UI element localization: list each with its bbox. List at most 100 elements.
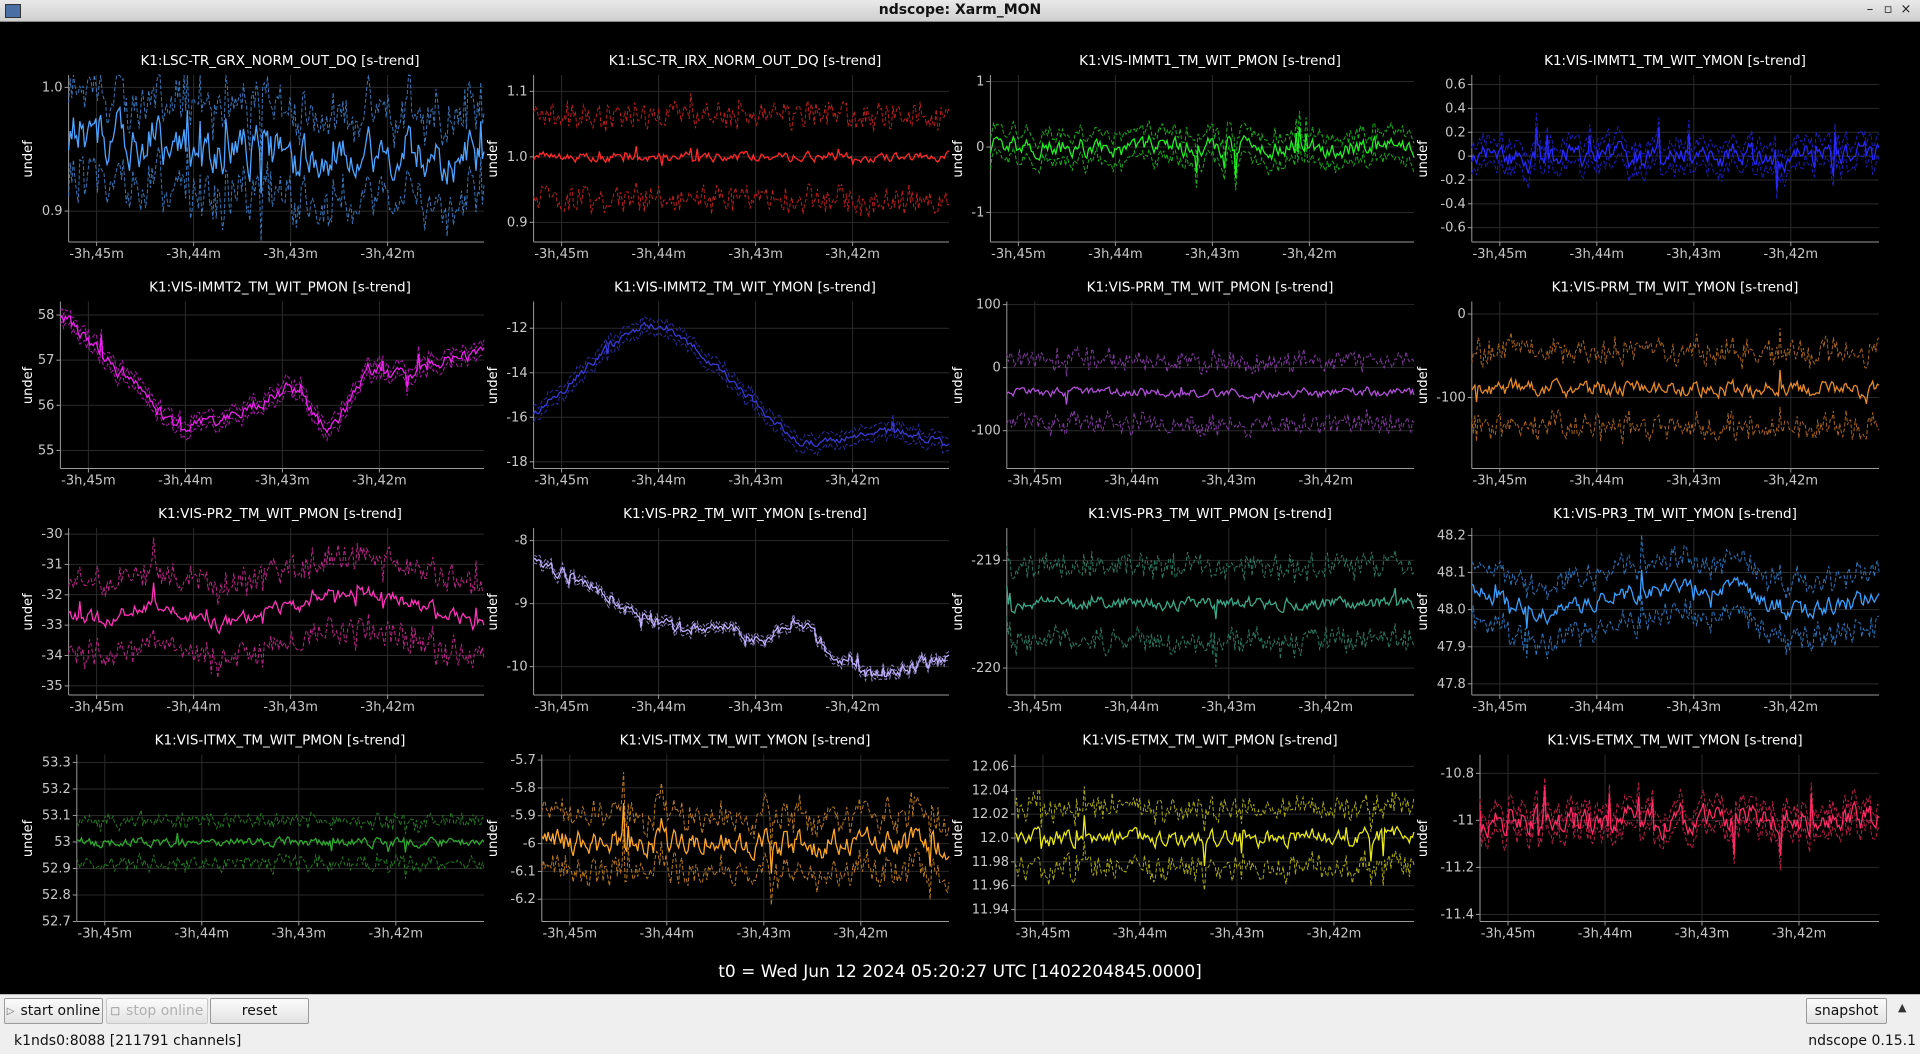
y-axis-label: undef <box>1416 140 1431 178</box>
y-axis-label: undef <box>21 140 36 178</box>
y-tick-label: -16 <box>506 410 527 425</box>
x-tick-label: -3h,43m <box>263 247 318 262</box>
version-label: ndscope 0.15.1 <box>1808 1033 1916 1049</box>
max-trace <box>1471 534 1880 600</box>
x-tick-label: -3h,44m <box>166 247 221 262</box>
title-bar: ndscope: Xarm_MON – ▫ × <box>0 0 1920 22</box>
plot-15[interactable]: K1:VIS-ETMX_TM_WIT_PMON [s-trend] undef 12… <box>951 733 1415 942</box>
y-tick-label: -5.7 <box>510 753 535 768</box>
y-tick-label: 58 <box>38 308 55 323</box>
y-tick-label: 12.06 <box>972 759 1009 774</box>
y-tick-label: -6.1 <box>510 864 535 879</box>
y-tick-label: -0.6 <box>1440 221 1465 236</box>
plots-grid: K1:LSC-TR_GRX_NORM_OUT_DQ [s-trend] undef… <box>21 53 1880 942</box>
y-axis-label: undef <box>1416 593 1431 631</box>
x-tick-label: -3h,45m <box>1481 927 1536 942</box>
min-trace <box>541 828 950 906</box>
expand-arrow-icon[interactable]: ▲ <box>1898 1001 1906 1014</box>
plot-7[interactable]: K1:VIS-PRM_TM_WIT_PMON [s-trend] undef 100… <box>951 280 1415 489</box>
y-tick-label: 11.96 <box>972 879 1009 894</box>
x-tick-label: -3h,44m <box>1088 247 1143 262</box>
y-tick-label: 0 <box>993 361 1001 376</box>
x-tick-label: -3h,43m <box>1202 700 1257 715</box>
grid <box>1006 528 1414 695</box>
plot-title: K1:VIS-IMMT2_TM_WIT_YMON [s-trend] <box>614 280 876 296</box>
x-tick-label: -3h,45m <box>78 927 133 942</box>
close-button[interactable]: × <box>1898 2 1914 17</box>
x-tick-label: -3h,42m <box>352 474 407 489</box>
y-axis-label: undef <box>1416 366 1431 404</box>
max-trace <box>1471 328 1880 370</box>
mean-trace <box>1471 369 1880 404</box>
plot-9[interactable]: K1:VIS-PR2_TM_WIT_PMON [s-trend] undef -30… <box>21 506 485 715</box>
x-tick-label: -3h,43m <box>728 700 783 715</box>
y-tick-label: 52.8 <box>42 888 71 903</box>
y-tick-label: 52.9 <box>42 861 71 876</box>
max-trace <box>989 111 1415 165</box>
y-tick-label: 48.2 <box>1437 528 1466 543</box>
y-axis-label: undef <box>21 593 36 631</box>
max-trace <box>533 93 950 132</box>
y-tick-label: 0.9 <box>42 204 63 219</box>
plot-14[interactable]: K1:VIS-ITMX_TM_WIT_YMON [s-trend] undef -5… <box>486 733 950 942</box>
max-trace <box>1006 345 1415 377</box>
y-tick-label: -100 <box>971 424 1001 439</box>
status-bar: k1nds0:8088 [211791 channels] ndscope 0.… <box>0 1028 1920 1054</box>
plot-1[interactable]: K1:LSC-TR_GRX_NORM_OUT_DQ [s-trend] undef… <box>21 53 485 262</box>
plot-title: K1:VIS-ETMX_TM_WIT_PMON [s-trend] <box>1082 733 1337 749</box>
y-tick-label: -33 <box>41 618 62 633</box>
plot-11[interactable]: K1:VIS-PR3_TM_WIT_PMON [s-trend] undef -21… <box>951 506 1415 715</box>
max-trace <box>533 554 950 675</box>
x-tick-label: -3h,43m <box>1667 700 1722 715</box>
x-tick-label: -3h,43m <box>272 927 327 942</box>
x-tick-label: -3h,43m <box>1675 927 1730 942</box>
y-tick-label: 53 <box>54 835 71 850</box>
plot-12[interactable]: K1:VIS-PR3_TM_WIT_YMON [s-trend] undef 48.… <box>1416 506 1880 715</box>
y-tick-label: -35 <box>41 679 62 694</box>
max-trace <box>76 809 485 835</box>
minimize-button[interactable]: – <box>1862 2 1878 17</box>
plot-16[interactable]: K1:VIS-ETMX_TM_WIT_YMON [s-trend] undef -1… <box>1416 733 1880 942</box>
min-trace <box>533 561 950 683</box>
x-tick-label: -3h,43m <box>1667 247 1722 262</box>
y-tick-label: -219 <box>971 553 1001 568</box>
mean-trace <box>541 803 950 874</box>
x-tick-label: -3h,45m <box>1008 474 1063 489</box>
stop-icon: □ <box>110 1005 121 1017</box>
plot-4[interactable]: K1:VIS-IMMT1_TM_WIT_YMON [s-trend] undef 0… <box>1416 53 1880 262</box>
snapshot-button[interactable]: snapshot <box>1806 998 1887 1024</box>
y-tick-label: 0.2 <box>1445 125 1466 140</box>
plot-13[interactable]: K1:VIS-ITMX_TM_WIT_PMON [s-trend] undef 53… <box>21 733 485 942</box>
x-tick-label: -3h,42m <box>1299 700 1354 715</box>
y-tick-label: 1.1 <box>507 84 528 99</box>
window-title: ndscope: Xarm_MON <box>878 2 1042 18</box>
plot-title: K1:LSC-TR_IRX_NORM_OUT_DQ [s-trend] <box>609 53 882 69</box>
plot-10[interactable]: K1:VIS-PR2_TM_WIT_YMON [s-trend] undef -8 -… <box>486 506 950 715</box>
x-tick-label: -3h,45m <box>543 927 598 942</box>
y-tick-label: 12.0 <box>980 831 1009 846</box>
y-tick-label: 53.3 <box>42 755 71 770</box>
plot-title: K1:VIS-IMMT1_TM_WIT_YMON [s-trend] <box>1544 53 1806 69</box>
y-tick-label: -100 <box>1436 391 1466 406</box>
stop-online-button[interactable]: □ stop online <box>106 998 208 1024</box>
y-tick-label: -6.2 <box>510 892 535 907</box>
y-tick-label: -18 <box>506 455 527 470</box>
plot-5[interactable]: K1:VIS-IMMT2_TM_WIT_PMON [s-trend]undef5… <box>21 280 485 489</box>
plot-3[interactable]: K1:VIS-IMMT1_TM_WIT_PMON [s-trend] undef 1… <box>951 53 1415 262</box>
start-online-button[interactable]: ▷ start online <box>4 998 103 1024</box>
y-tick-label: 11.94 <box>972 903 1009 918</box>
y-tick-label: -11.4 <box>1440 907 1474 922</box>
reset-button[interactable]: reset <box>210 998 309 1024</box>
x-tick-label: -3h,44m <box>1570 247 1625 262</box>
y-axis-label: undef <box>1416 819 1431 857</box>
plot-title: K1:VIS-PR3_TM_WIT_YMON [s-trend] <box>1553 506 1797 522</box>
y-tick-label: -5.9 <box>510 809 535 824</box>
play-icon: ▷ <box>6 1005 15 1017</box>
y-tick-label: 1.0 <box>42 80 63 95</box>
maximize-button[interactable]: ▫ <box>1880 2 1896 17</box>
y-tick-label: -9 <box>515 597 528 612</box>
y-tick-label: -5.8 <box>510 781 535 796</box>
plot-6[interactable]: K1:VIS-IMMT2_TM_WIT_YMON [s-trend]undef-… <box>486 280 950 489</box>
plot-8[interactable]: K1:VIS-PRM_TM_WIT_YMON [s-trend] undef 0 -1… <box>1416 280 1880 489</box>
plot-2[interactable]: K1:LSC-TR_IRX_NORM_OUT_DQ [s-trend] undef… <box>486 53 950 262</box>
